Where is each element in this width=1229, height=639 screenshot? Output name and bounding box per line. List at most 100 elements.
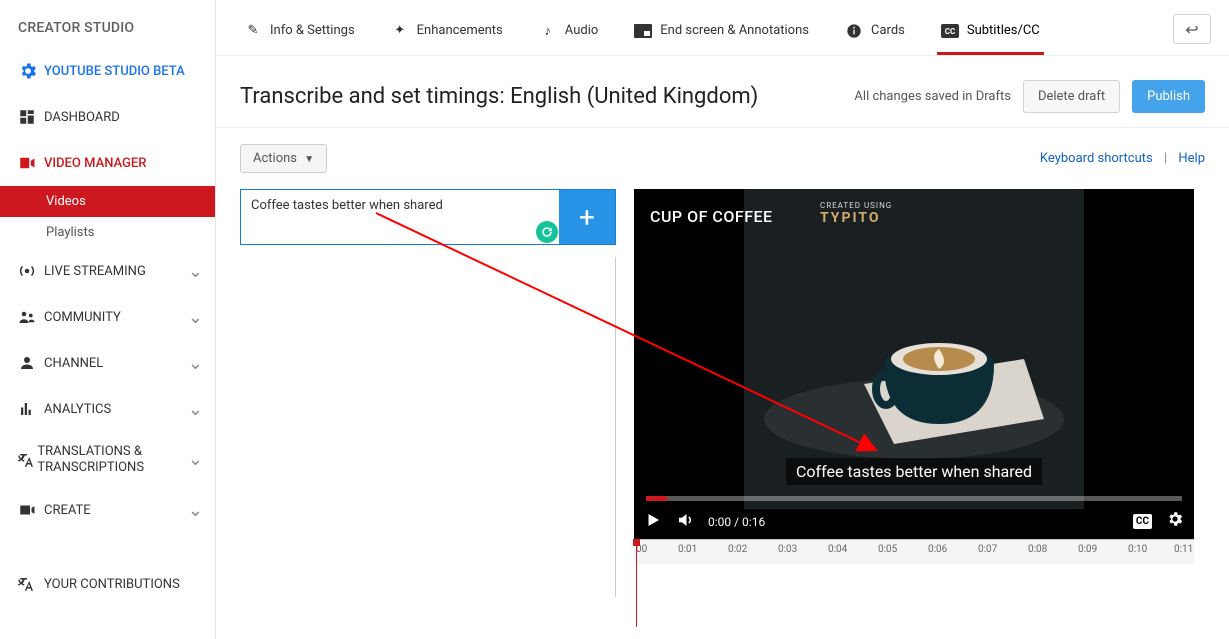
sidebar-item-videos[interactable]: Videos — [0, 186, 215, 217]
sidebar-item-analytics[interactable]: ANALYTICS ⌄ — [0, 386, 215, 432]
translate-icon — [18, 449, 37, 471]
tab-audio[interactable]: ♪ Audio — [539, 22, 598, 54]
tick-label: 0:03 — [778, 544, 797, 555]
chevron-down-icon: ⌄ — [188, 449, 203, 470]
tab-label: Subtitles/CC — [967, 23, 1040, 38]
caret-down-icon: ▼ — [304, 154, 314, 165]
chevron-down-icon: ⌄ — [188, 307, 203, 328]
sidebar-item-create[interactable]: CREATE ⌄ — [0, 487, 215, 533]
community-icon — [18, 306, 44, 328]
tick-label: 0:11 — [1174, 544, 1193, 555]
create-icon — [18, 499, 44, 521]
sidebar-item-label: Playlists — [46, 225, 94, 240]
chevron-down-icon: ⌄ — [188, 399, 203, 420]
timeline-track[interactable] — [634, 564, 1194, 627]
watermark-brand: TYPITO — [820, 210, 892, 226]
grammarly-icon[interactable] — [536, 221, 558, 243]
live-icon — [18, 260, 44, 282]
toolbar-row: Actions ▼ Keyboard shortcuts | Help — [216, 128, 1229, 189]
caption-timeline[interactable]: 00 0:01 0:02 0:03 0:04 0:05 0:06 0:07 0:… — [634, 539, 1194, 627]
sidebar-item-playlists[interactable]: Playlists — [0, 217, 215, 248]
sidebar-item-live[interactable]: LIVE STREAMING ⌄ — [0, 248, 215, 294]
undo-button[interactable]: ↩ — [1173, 14, 1211, 44]
sidebar-item-translations[interactable]: TRANSLATIONS & TRANSCRIPTIONS ⌄ — [0, 432, 215, 487]
keyboard-shortcuts-link[interactable]: Keyboard shortcuts — [1040, 151, 1153, 166]
caption-overlay: Coffee tastes better when shared — [786, 458, 1042, 485]
tab-label: Audio — [565, 23, 598, 38]
sidebar-item-label: DASHBOARD — [44, 110, 120, 125]
sidebar-item-label: ANALYTICS — [44, 402, 111, 417]
sidebar-item-dashboard[interactable]: DASHBOARD — [0, 94, 215, 140]
video-player[interactable]: CUP OF COFFEE CREATED USING TYPITO Coffe… — [634, 189, 1194, 539]
sidebar-item-channel[interactable]: CHANNEL ⌄ — [0, 340, 215, 386]
video-manager-icon — [18, 152, 44, 174]
tick-label: 0:09 — [1078, 544, 1097, 555]
save-status: All changes saved in Drafts — [854, 89, 1011, 104]
chevron-down-icon: ⌄ — [188, 261, 203, 282]
caption-list[interactable] — [240, 257, 616, 597]
sidebar-item-video-manager[interactable]: VIDEO MANAGER — [0, 140, 215, 186]
contribute-icon — [18, 573, 44, 595]
publish-button[interactable]: Publish — [1132, 80, 1205, 113]
separator: | — [1164, 151, 1167, 166]
tab-subtitles[interactable]: CC Subtitles/CC — [941, 22, 1040, 54]
add-caption-button[interactable]: + — [559, 190, 615, 244]
tick-label: 0:02 — [728, 544, 747, 555]
chevron-down-icon: ⌄ — [188, 500, 203, 521]
actions-dropdown[interactable]: Actions ▼ — [240, 144, 327, 173]
help-links: Keyboard shortcuts | Help — [1040, 151, 1205, 166]
video-column: CUP OF COFFEE CREATED USING TYPITO Coffe… — [634, 189, 1194, 627]
tab-enhancements[interactable]: ✦ Enhancements — [391, 22, 503, 54]
video-progress-bar[interactable] — [646, 496, 1182, 501]
analytics-icon — [18, 398, 44, 420]
main: ✎ Info & Settings ✦ Enhancements ♪ Audio… — [216, 0, 1229, 639]
timeline-ticks: 00 0:01 0:02 0:03 0:04 0:05 0:06 0:07 0:… — [634, 540, 1194, 564]
timeline-playhead[interactable] — [636, 540, 637, 627]
sidebar-title: CREATOR STUDIO — [0, 0, 215, 48]
sidebar-item-label: VIDEO MANAGER — [44, 156, 146, 171]
tab-label: Enhancements — [417, 23, 503, 38]
sidebar-item-contributions[interactable]: YOUR CONTRIBUTIONS — [0, 561, 215, 607]
delete-draft-button[interactable]: Delete draft — [1023, 80, 1120, 113]
tab-endscreen[interactable]: End screen & Annotations — [634, 22, 809, 54]
sidebar-item-label: LIVE STREAMING — [44, 264, 146, 279]
watermark-top: CREATED USING — [820, 201, 892, 210]
cc-toggle-button[interactable]: CC — [1133, 514, 1152, 529]
music-note-icon: ♪ — [539, 22, 557, 40]
help-link[interactable]: Help — [1178, 151, 1205, 166]
tick-label: 0:07 — [978, 544, 997, 555]
endscreen-icon — [634, 22, 652, 40]
play-button[interactable] — [644, 511, 662, 532]
actions-label: Actions — [253, 151, 297, 166]
sidebar-item-label: CHANNEL — [44, 356, 103, 371]
settings-gear-button[interactable] — [1166, 510, 1184, 533]
typito-watermark: CREATED USING TYPITO — [820, 201, 892, 226]
tick-label: 0:01 — [678, 544, 697, 555]
volume-button[interactable] — [676, 511, 694, 532]
sidebar-item-label: YOUTUBE STUDIO BETA — [44, 64, 185, 79]
video-title-overlay: CUP OF COFFEE — [650, 207, 773, 226]
tab-cards[interactable]: Cards — [845, 22, 905, 54]
undo-icon: ↩ — [1185, 20, 1198, 39]
dashboard-icon — [18, 106, 44, 128]
sidebar-item-community[interactable]: COMMUNITY ⌄ — [0, 294, 215, 340]
tick-label: 0:04 — [828, 544, 847, 555]
gear-icon — [18, 60, 44, 82]
sidebar-item-label: COMMUNITY — [44, 310, 121, 325]
tick-label: 0:10 — [1128, 544, 1147, 555]
tab-info[interactable]: ✎ Info & Settings — [244, 22, 355, 54]
content: + — [216, 189, 1229, 627]
tick-label: 0:06 — [928, 544, 947, 555]
tick-label: 0:08 — [1028, 544, 1047, 555]
svg-text:CC: CC — [945, 27, 955, 36]
caption-textarea[interactable] — [241, 190, 559, 244]
sidebar-item-label: TRANSLATIONS & TRANSCRIPTIONS — [37, 444, 197, 475]
pencil-icon: ✎ — [244, 22, 262, 40]
sidebar-item-studio-beta[interactable]: YOUTUBE STUDIO BETA — [0, 48, 215, 94]
editor-tabs: ✎ Info & Settings ✦ Enhancements ♪ Audio… — [216, 0, 1229, 56]
page-title: Transcribe and set timings: English (Uni… — [240, 84, 758, 109]
channel-icon — [18, 352, 44, 374]
cc-icon: CC — [941, 22, 959, 40]
video-time: 0:00 / 0:16 — [708, 515, 765, 529]
video-controls: 0:00 / 0:16 CC — [644, 510, 1184, 533]
